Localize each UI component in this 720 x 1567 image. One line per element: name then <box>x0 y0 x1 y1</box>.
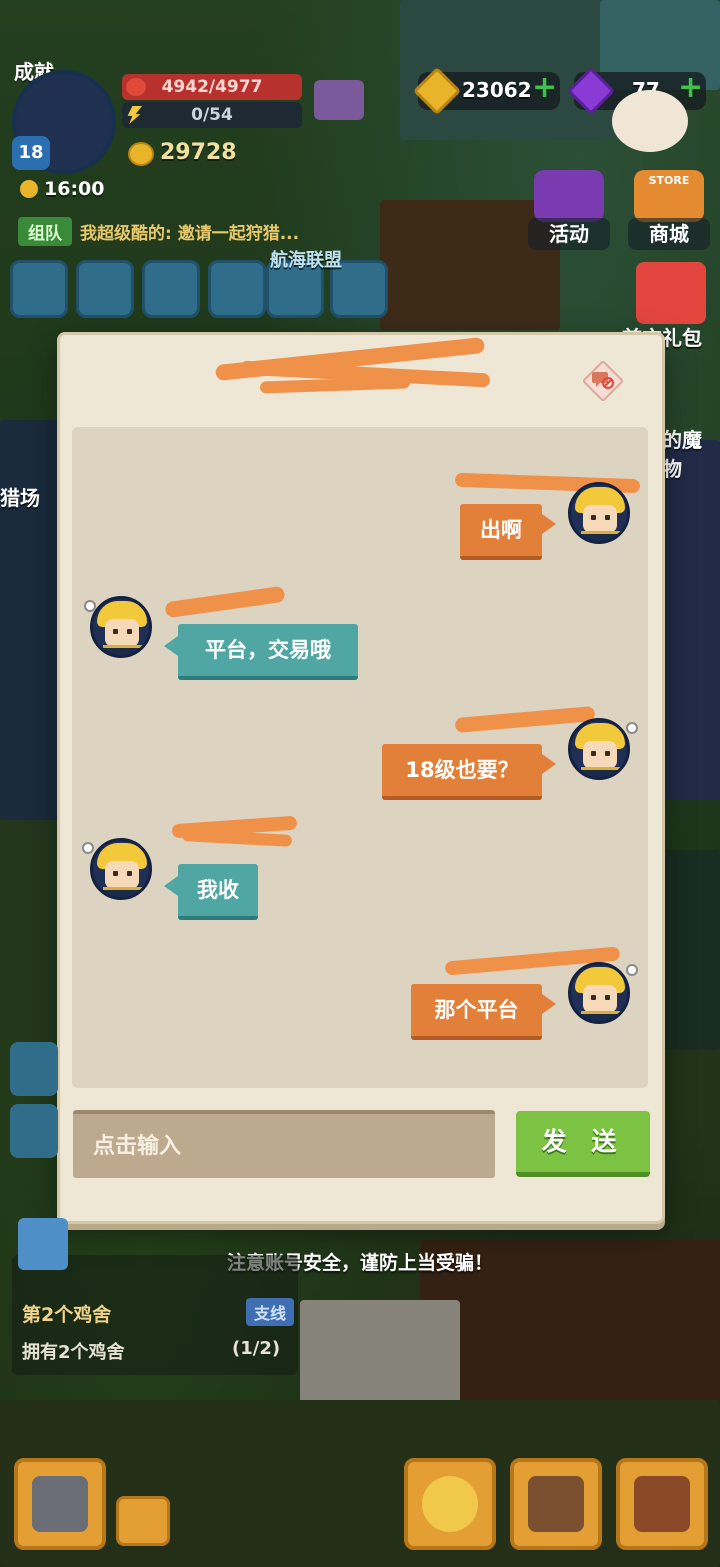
companion-icon <box>528 1476 584 1532</box>
hammer-icon <box>32 1476 88 1532</box>
add-gem-icon[interactable]: + <box>678 70 703 105</box>
chat-message-list[interactable] <box>72 427 648 1088</box>
quest-description: 拥有2个鸡舍 <box>22 1342 125 1363</box>
companion-button[interactable] <box>510 1458 602 1550</box>
sender-name-redacted <box>164 585 286 619</box>
send-button[interactable]: 发 送 <box>516 1111 650 1177</box>
my-avatar[interactable] <box>568 718 630 780</box>
home-icon[interactable] <box>10 1042 58 1096</box>
alliance-label: 航海联盟 <box>270 250 342 271</box>
star-chest-icon <box>534 170 604 222</box>
block-chat-icon <box>592 372 614 389</box>
location-icon[interactable] <box>10 1104 58 1158</box>
level-badge: 18 <box>12 136 50 170</box>
bubble-tail <box>164 636 178 656</box>
friends-icon[interactable] <box>142 260 200 318</box>
store-sign: STORE <box>648 174 690 187</box>
hp-value: 4942/4977 <box>161 77 263 97</box>
mail-icon[interactable] <box>76 260 134 318</box>
heart-icon <box>126 78 146 96</box>
pet-button[interactable] <box>404 1458 496 1550</box>
chat-icon[interactable] <box>208 260 266 318</box>
chat-bubble-other: 平台，交易哦 <box>178 624 358 680</box>
add-coin-icon[interactable]: + <box>532 70 557 105</box>
chat-bubble-other: 我收 <box>178 864 258 920</box>
build-hammer-button[interactable] <box>14 1458 106 1550</box>
activity-label: 活动 <box>528 218 610 250</box>
monster-label: 的魔物 <box>662 428 702 481</box>
activity-button[interactable]: 活动 <box>528 170 610 256</box>
scale-icon[interactable] <box>612 90 688 152</box>
other-user-avatar[interactable] <box>90 838 152 900</box>
team-message: 我超级酷的: 邀请一起狩猎... <box>80 223 300 244</box>
gift-icon[interactable] <box>636 262 706 324</box>
other-user-avatar[interactable] <box>90 596 152 658</box>
sender-name-redacted <box>171 815 298 847</box>
backpack-button[interactable] <box>616 1458 708 1550</box>
pet-icon <box>422 1476 478 1532</box>
quest-book-icon[interactable] <box>18 1218 68 1270</box>
energy-bar: 0/54 <box>122 102 302 128</box>
chat-bubble-mine: 出啊 <box>460 504 542 560</box>
chat-bubble-mine: 那个平台 <box>411 984 542 1040</box>
bubble-tail <box>542 754 556 774</box>
store-icon: STORE <box>634 170 704 222</box>
redaction-scribble <box>259 376 411 394</box>
online-indicator <box>626 964 638 976</box>
my-avatar[interactable] <box>568 962 630 1024</box>
book-icon[interactable] <box>314 80 364 120</box>
online-indicator <box>82 842 94 854</box>
hunting-label: 猎场 <box>0 486 40 510</box>
message-input[interactable] <box>73 1114 495 1178</box>
camera-button[interactable] <box>116 1496 170 1546</box>
chat-bubble-mine: 18级也要？ <box>382 744 542 800</box>
clock-icon <box>20 180 38 198</box>
clock-time: 16:00 <box>44 178 105 200</box>
report-button[interactable] <box>580 358 626 404</box>
dialog-title-redacted <box>214 336 500 395</box>
energy-value: 0/54 <box>191 105 233 125</box>
quest-title: 第2个鸡舍 <box>22 1304 112 1326</box>
bubble-tail <box>542 994 556 1014</box>
backpack-icon <box>634 1476 690 1532</box>
fullscreen-icon[interactable] <box>10 260 68 318</box>
gold-amount: 29728 <box>160 140 237 165</box>
bubble-tail <box>542 514 556 534</box>
team-invite-row[interactable]: 组队 我超级酷的: 邀请一起狩猎... <box>18 216 299 246</box>
quest-progress: (1/2) <box>232 1338 281 1359</box>
online-indicator <box>626 722 638 734</box>
store-label: 商城 <box>628 218 710 250</box>
store-button[interactable]: STORE 商城 <box>628 170 710 256</box>
my-avatar[interactable] <box>568 482 630 544</box>
online-indicator <box>84 600 96 612</box>
team-tag: 组队 <box>18 216 72 246</box>
coin-amount: 23062 <box>462 78 532 102</box>
hp-bar: 4942/4977 <box>122 74 302 100</box>
quest-tag: 支线 <box>246 1298 295 1326</box>
gold-coin-icon <box>128 142 154 166</box>
message-input-box[interactable] <box>73 1110 495 1178</box>
redaction-scribble <box>164 585 286 619</box>
bubble-tail <box>164 876 178 896</box>
